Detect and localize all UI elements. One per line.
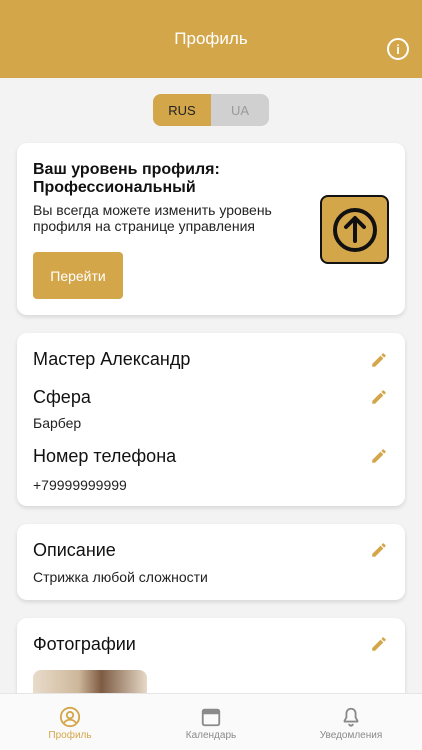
edit-name-pencil-icon[interactable] [370,351,388,369]
language-option-ua[interactable]: UA [211,94,269,126]
profile-level-title: Ваш уровень профиля: Профессиональный [33,161,220,196]
edit-photos-pencil-icon[interactable] [370,635,388,653]
page-title: Профиль [174,29,248,48]
tab-notifications[interactable]: Уведомления [281,694,421,750]
phone-value: +79999999999 [33,477,127,493]
app-header: Профиль i [0,0,422,78]
arrow-up-icon[interactable] [320,195,389,264]
profile-level-card: Ваш уровень профиля: Профессиональный Вы… [17,143,405,315]
description-value: Стрижка любой сложности [33,569,208,585]
master-name: Мастер Александр [33,349,191,369]
bell-icon [343,707,359,727]
tab-profile[interactable]: Профиль [0,694,140,750]
go-button[interactable]: Перейти [33,252,123,299]
language-toggle[interactable]: RUS UA [153,94,269,126]
photos-label: Фотографии [33,634,136,654]
language-option-rus[interactable]: RUS [153,94,211,126]
profile-icon [59,706,81,728]
description-card: Описание Стрижка любой сложности [17,524,405,600]
edit-sphere-pencil-icon[interactable] [370,388,388,406]
tab-calendar-label: Календарь [185,730,237,741]
profile-level-description: Вы всегда можете изменить уровень профил… [33,202,272,234]
calendar-icon [201,708,221,727]
tab-notifications-label: Уведомления [319,730,383,741]
phone-label: Номер телефона [33,446,177,466]
profile-info-card: Мастер Александр Сфера Барбер Номер теле… [17,333,405,506]
sphere-label: Сфера [33,387,91,407]
info-icon[interactable]: i [387,38,409,60]
sphere-value: Барбер [33,415,82,431]
edit-phone-pencil-icon[interactable] [370,447,388,465]
tab-bar: Профиль Календарь Уведомления [0,693,422,750]
description-label: Описание [33,540,116,560]
tab-profile-label: Профиль [48,730,92,741]
tab-calendar[interactable]: Календарь [141,694,281,750]
edit-description-pencil-icon[interactable] [370,541,388,559]
